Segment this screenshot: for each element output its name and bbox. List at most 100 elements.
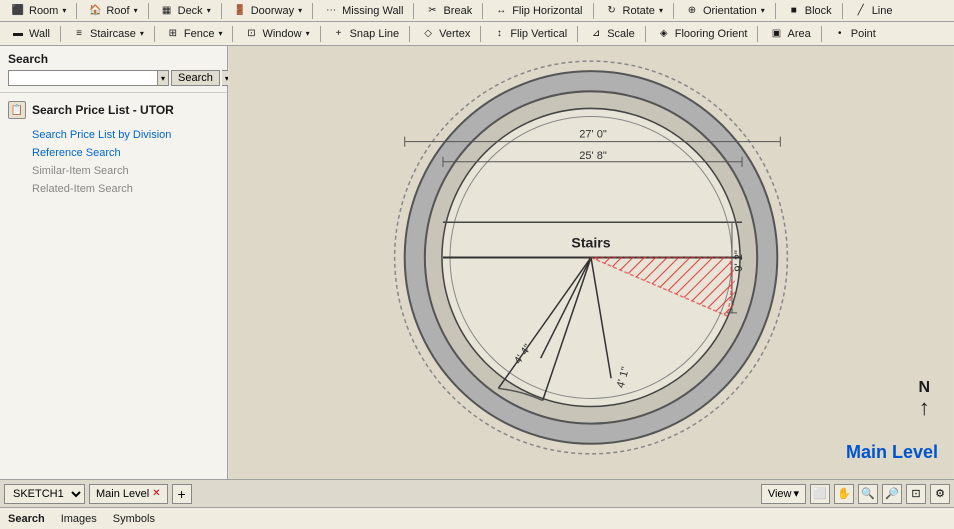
sep20 bbox=[821, 26, 822, 42]
add-icon: + bbox=[178, 486, 186, 502]
wall-label: Wall bbox=[29, 28, 50, 40]
zoom-out-icon: 🔍 bbox=[861, 487, 875, 500]
sep10 bbox=[842, 3, 843, 19]
bottom-bar: SKETCH1 Main Level ✕ + View ▾ ⬜ ✋ 🔍 🔎 ⊡ … bbox=[0, 479, 954, 507]
view-label: View bbox=[768, 488, 792, 500]
link-similar[interactable]: Similar-Item Search bbox=[32, 165, 219, 177]
sep13 bbox=[232, 26, 233, 42]
search-button-label: Search bbox=[178, 72, 213, 84]
deck-button[interactable]: ▦ Deck ▾ bbox=[153, 1, 217, 21]
sep19 bbox=[757, 26, 758, 42]
price-list-section: 📋 Search Price List - UTOR Search Price … bbox=[0, 93, 227, 203]
vertex-label: Vertex bbox=[439, 28, 470, 40]
missing-wall-button[interactable]: ⋯ Missing Wall bbox=[317, 1, 409, 21]
svg-text:25' 8": 25' 8" bbox=[579, 150, 607, 162]
fit-button[interactable]: ⊡ bbox=[906, 484, 926, 504]
scale-button[interactable]: ⊿ Scale bbox=[582, 24, 641, 44]
flip-vertical-button[interactable]: ↕ Flip Vertical bbox=[485, 24, 573, 44]
sep1 bbox=[76, 3, 77, 19]
sep11 bbox=[60, 26, 61, 42]
search-heading: Search bbox=[8, 52, 219, 66]
break-button[interactable]: ✂ Break bbox=[418, 1, 478, 21]
room-icon: ⬛ bbox=[10, 3, 26, 19]
settings-button[interactable]: ⚙ bbox=[930, 484, 950, 504]
level-close-icon[interactable]: ✕ bbox=[152, 488, 160, 499]
doorway-button[interactable]: 🚪 Doorway ▾ bbox=[226, 1, 308, 21]
flip-horizontal-icon: ↔ bbox=[493, 3, 509, 19]
window-arrow: ▾ bbox=[306, 29, 310, 38]
level-tab[interactable]: Main Level ✕ bbox=[89, 484, 168, 504]
fullscreen-button[interactable]: ⬜ bbox=[810, 484, 830, 504]
sep15 bbox=[409, 26, 410, 42]
search-input-wrap: ▾ bbox=[8, 70, 169, 86]
window-label: Window bbox=[262, 28, 301, 40]
zoom-out-button[interactable]: 🔍 bbox=[858, 484, 878, 504]
orientation-label: Orientation bbox=[703, 5, 757, 17]
tab-images[interactable]: Images bbox=[53, 511, 105, 527]
missing-wall-icon: ⋯ bbox=[323, 3, 339, 19]
search-input[interactable] bbox=[9, 71, 157, 85]
staircase-arrow: ▾ bbox=[140, 29, 144, 38]
level-tab-label: Main Level bbox=[96, 488, 149, 500]
status-bar: Search Images Symbols bbox=[0, 507, 954, 529]
orientation-button[interactable]: ⊕ Orientation ▾ bbox=[678, 1, 771, 21]
link-related[interactable]: Related-Item Search bbox=[32, 183, 219, 195]
hand-icon: ✋ bbox=[837, 487, 851, 500]
fence-icon: ⊞ bbox=[165, 26, 181, 42]
area-button[interactable]: ▣ Area bbox=[762, 24, 816, 44]
line-icon: ╱ bbox=[853, 3, 869, 19]
window-button[interactable]: ⊡ Window ▾ bbox=[237, 24, 315, 44]
staircase-button[interactable]: ≡ Staircase ▾ bbox=[65, 24, 150, 44]
view-button[interactable]: View ▾ bbox=[761, 484, 806, 504]
toolbar-row1: ⬛ Room ▾ 🏠 Roof ▾ ▦ Deck ▾ 🚪 Doorway ▾ ⋯… bbox=[0, 0, 954, 22]
tab-search[interactable]: Search bbox=[0, 511, 53, 527]
zoom-in-button[interactable]: 🔎 bbox=[882, 484, 902, 504]
search-input-dropdown[interactable]: ▾ bbox=[157, 71, 168, 85]
price-list-links: Search Price List by Division Reference … bbox=[8, 129, 219, 195]
missing-wall-label: Missing Wall bbox=[342, 5, 403, 17]
svg-text:9' 2": 9' 2" bbox=[733, 250, 745, 271]
zoom-in-icon: 🔎 bbox=[885, 487, 899, 500]
staircase-icon: ≡ bbox=[71, 26, 87, 42]
tab-symbols[interactable]: Symbols bbox=[105, 511, 163, 527]
link-by-division[interactable]: Search Price List by Division bbox=[32, 129, 219, 141]
flooring-orient-button[interactable]: ◈ Flooring Orient bbox=[650, 24, 754, 44]
north-arrow-symbol: ↑ bbox=[919, 397, 930, 419]
block-button[interactable]: ■ Block bbox=[780, 1, 838, 21]
sep4 bbox=[312, 3, 313, 19]
scale-label: Scale bbox=[607, 28, 635, 40]
hand-tool-button[interactable]: ✋ bbox=[834, 484, 854, 504]
room-label: Room bbox=[29, 5, 58, 17]
fence-arrow: ▾ bbox=[218, 29, 222, 38]
snap-line-icon: + bbox=[331, 26, 347, 42]
wall-button[interactable]: ▬ Wall bbox=[4, 24, 56, 44]
roof-button[interactable]: 🏠 Roof ▾ bbox=[81, 1, 143, 21]
add-level-button[interactable]: + bbox=[172, 484, 192, 504]
snap-line-button[interactable]: + Snap Line bbox=[325, 24, 406, 44]
sketch-select[interactable]: SKETCH1 bbox=[4, 484, 85, 504]
doorway-icon: 🚪 bbox=[232, 3, 248, 19]
break-label: Break bbox=[443, 5, 472, 17]
fence-button[interactable]: ⊞ Fence ▾ bbox=[159, 24, 229, 44]
vertex-button[interactable]: ◇ Vertex bbox=[414, 24, 476, 44]
link-reference[interactable]: Reference Search bbox=[32, 147, 219, 159]
search-button[interactable]: Search bbox=[171, 70, 220, 86]
area-icon: ▣ bbox=[768, 26, 784, 42]
room-button[interactable]: ⬛ Room ▾ bbox=[4, 1, 72, 21]
roof-label: Roof bbox=[106, 5, 129, 17]
rotate-button[interactable]: ↻ Rotate ▾ bbox=[598, 1, 669, 21]
fit-icon: ⊡ bbox=[911, 487, 920, 500]
flooring-orient-label: Flooring Orient bbox=[675, 28, 748, 40]
line-button[interactable]: ╱ Line bbox=[847, 1, 899, 21]
roof-arrow: ▾ bbox=[134, 6, 138, 15]
sep8 bbox=[673, 3, 674, 19]
settings-icon: ⚙ bbox=[935, 487, 945, 500]
line-label: Line bbox=[872, 5, 893, 17]
canvas-area[interactable]: Stairs 27' 0" 25' 8" 9' 2" bbox=[228, 46, 954, 479]
sep18 bbox=[645, 26, 646, 42]
break-icon: ✂ bbox=[424, 3, 440, 19]
flip-horizontal-button[interactable]: ↔ Flip Horizontal bbox=[487, 1, 588, 21]
north-arrow: N ↑ bbox=[918, 379, 930, 419]
scale-icon: ⊿ bbox=[588, 26, 604, 42]
point-button[interactable]: • Point bbox=[826, 24, 882, 44]
